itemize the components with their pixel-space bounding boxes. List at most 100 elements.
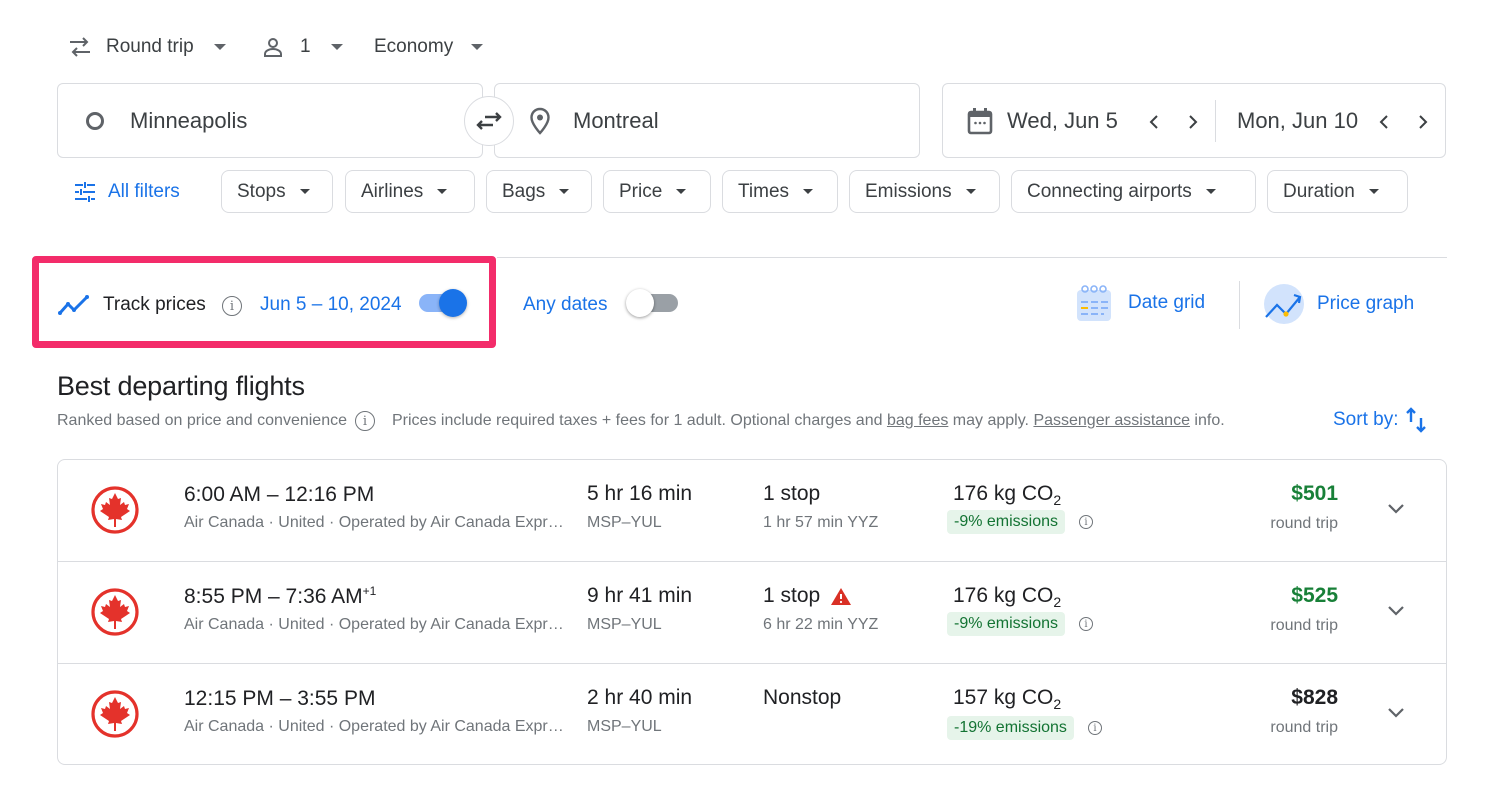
any-dates-label: Any dates — [523, 294, 608, 315]
emissions-badge: -9% emissions — [947, 510, 1066, 534]
track-prices-label: Track prices — [103, 294, 206, 315]
flight-times: 6:00 AM – 12:16 PM — [184, 483, 375, 506]
swap-locations-button[interactable] — [464, 96, 514, 146]
filter-times[interactable]: Times — [722, 170, 838, 213]
filter-stops[interactable]: Stops — [221, 170, 333, 213]
flight-layover: 6 hr 22 min YYZ — [763, 616, 879, 633]
info-icon[interactable]: i — [354, 411, 375, 431]
price-type: round trip — [1270, 719, 1338, 736]
flight-route: MSP–YUL — [587, 514, 662, 531]
chevron-down-icon — [1388, 708, 1404, 718]
return-next-button[interactable] — [1411, 110, 1435, 134]
price-note-3: info. — [1194, 412, 1225, 429]
flight-row[interactable]: 6:00 AM – 12:16 PM Air Canada · United ·… — [58, 460, 1446, 562]
price-graph-label: Price graph — [1317, 293, 1415, 314]
trip-type-select[interactable]: Round trip — [68, 30, 226, 64]
flight-stops: Nonstop — [763, 686, 842, 709]
passengers-select[interactable]: 1 — [262, 30, 343, 64]
passenger-count: 1 — [300, 36, 311, 57]
date-grid-label: Date grid — [1128, 292, 1206, 313]
destination-value: Montreal — [573, 107, 659, 133]
price-note-2: may apply. — [952, 412, 1029, 429]
warning-icon — [830, 587, 852, 606]
flight-duration: 5 hr 16 min — [587, 482, 693, 505]
flight-co2: 176 kg CO2 — [953, 482, 1062, 509]
filter-airlines[interactable]: Airlines — [345, 170, 475, 213]
results-heading: Best departing flights — [57, 371, 305, 401]
price-graph-icon — [1263, 283, 1305, 325]
depart-prev-button[interactable] — [1142, 110, 1166, 134]
any-dates-toggle[interactable] — [626, 289, 678, 317]
return-date[interactable]: Mon, Jun 10 — [1237, 108, 1358, 134]
track-date-range: Jun 5 – 10, 2024 — [260, 294, 402, 315]
expand-button[interactable] — [1384, 701, 1408, 725]
view-divider — [1239, 281, 1240, 329]
info-icon[interactable]: i — [1079, 617, 1094, 631]
flight-stops: 1 stop — [763, 482, 821, 505]
flight-times: 12:15 PM – 3:55 PM — [184, 687, 376, 710]
caret-down-icon — [1205, 189, 1216, 194]
filter-price[interactable]: Price — [603, 170, 711, 213]
expand-button[interactable] — [1384, 497, 1408, 521]
trip-type-label: Round trip — [106, 36, 194, 57]
caret-down-icon — [559, 189, 570, 194]
flight-layover: 1 hr 57 min YYZ — [763, 514, 879, 531]
ranked-note: Ranked based on price and convenience — [57, 412, 347, 429]
destination-input[interactable]: Montreal — [494, 83, 920, 158]
flight-row[interactable]: 12:15 PM – 3:55 PM Air Canada · United ·… — [58, 664, 1446, 764]
flight-route: MSP–YUL — [587, 718, 662, 735]
dates-input: Wed, Jun 5 Mon, Jun 10 — [942, 83, 1446, 158]
filter-emissions[interactable]: Emissions — [849, 170, 1000, 213]
calendar-icon — [967, 107, 993, 140]
caret-down-icon — [965, 189, 976, 194]
flight-co2: 176 kg CO2 — [953, 584, 1062, 611]
info-icon[interactable]: i — [1079, 515, 1094, 529]
price-graph-button[interactable]: Price graph — [1263, 283, 1414, 325]
filter-label: Price — [619, 180, 663, 202]
toggle-knob — [626, 289, 654, 317]
filter-label: Connecting airports — [1027, 180, 1192, 202]
section-divider — [497, 257, 1447, 258]
person-icon — [262, 36, 284, 58]
cabin-class-select[interactable]: Economy — [374, 30, 484, 64]
depart-date[interactable]: Wed, Jun 5 — [1007, 108, 1118, 134]
chevron-down-icon — [1388, 504, 1404, 514]
filter-bags[interactable]: Bags — [486, 170, 592, 213]
filter-label: Bags — [502, 180, 546, 202]
all-filters-button[interactable]: All filters — [74, 178, 180, 206]
filter-label: Duration — [1283, 180, 1355, 202]
chevron-right-icon — [1189, 115, 1198, 129]
flight-row[interactable]: 8:55 PM – 7:36 AM+1 Air Canada · United … — [58, 562, 1446, 664]
bag-fees-link[interactable]: bag fees — [887, 412, 948, 430]
filter-duration[interactable]: Duration — [1267, 170, 1408, 213]
tune-icon — [74, 182, 96, 202]
flight-duration: 2 hr 40 min — [587, 686, 693, 709]
caret-down-icon — [676, 189, 687, 194]
price-type: round trip — [1270, 515, 1338, 532]
expand-button[interactable] — [1384, 599, 1408, 623]
origin-input[interactable]: Minneapolis — [57, 83, 483, 158]
sort-by-button[interactable]: Sort by: — [1333, 406, 1428, 434]
info-icon[interactable]: i — [1087, 721, 1102, 735]
info-icon[interactable]: i — [222, 296, 242, 316]
flight-results-list: 6:00 AM – 12:16 PM Air Canada · United ·… — [57, 459, 1447, 765]
flight-co2: 157 kg CO2 — [953, 686, 1062, 713]
trending-icon — [58, 294, 90, 321]
air-canada-logo-icon — [90, 587, 140, 642]
emissions-info: -9% emissions i — [947, 612, 1094, 636]
depart-next-button[interactable] — [1181, 110, 1205, 134]
caret-down-icon — [213, 44, 226, 50]
passenger-assistance-link[interactable]: Passenger assistance — [1033, 412, 1190, 430]
return-prev-button[interactable] — [1372, 110, 1396, 134]
emissions-info: -9% emissions i — [947, 510, 1094, 534]
date-grid-button[interactable]: Date grid — [1076, 284, 1205, 322]
date-divider — [1215, 100, 1216, 142]
caret-down-icon — [803, 189, 814, 194]
flight-airlines: Air Canada · United · Operated by Air Ca… — [184, 514, 564, 531]
filter-connecting-airports[interactable]: Connecting airports — [1011, 170, 1256, 213]
sort-arrows-icon — [1404, 406, 1428, 434]
price-note-1: Prices include required taxes + fees for… — [391, 412, 883, 429]
chevron-left-icon — [1149, 115, 1158, 129]
caret-down-icon — [299, 189, 310, 194]
track-prices-toggle[interactable] — [419, 289, 467, 317]
